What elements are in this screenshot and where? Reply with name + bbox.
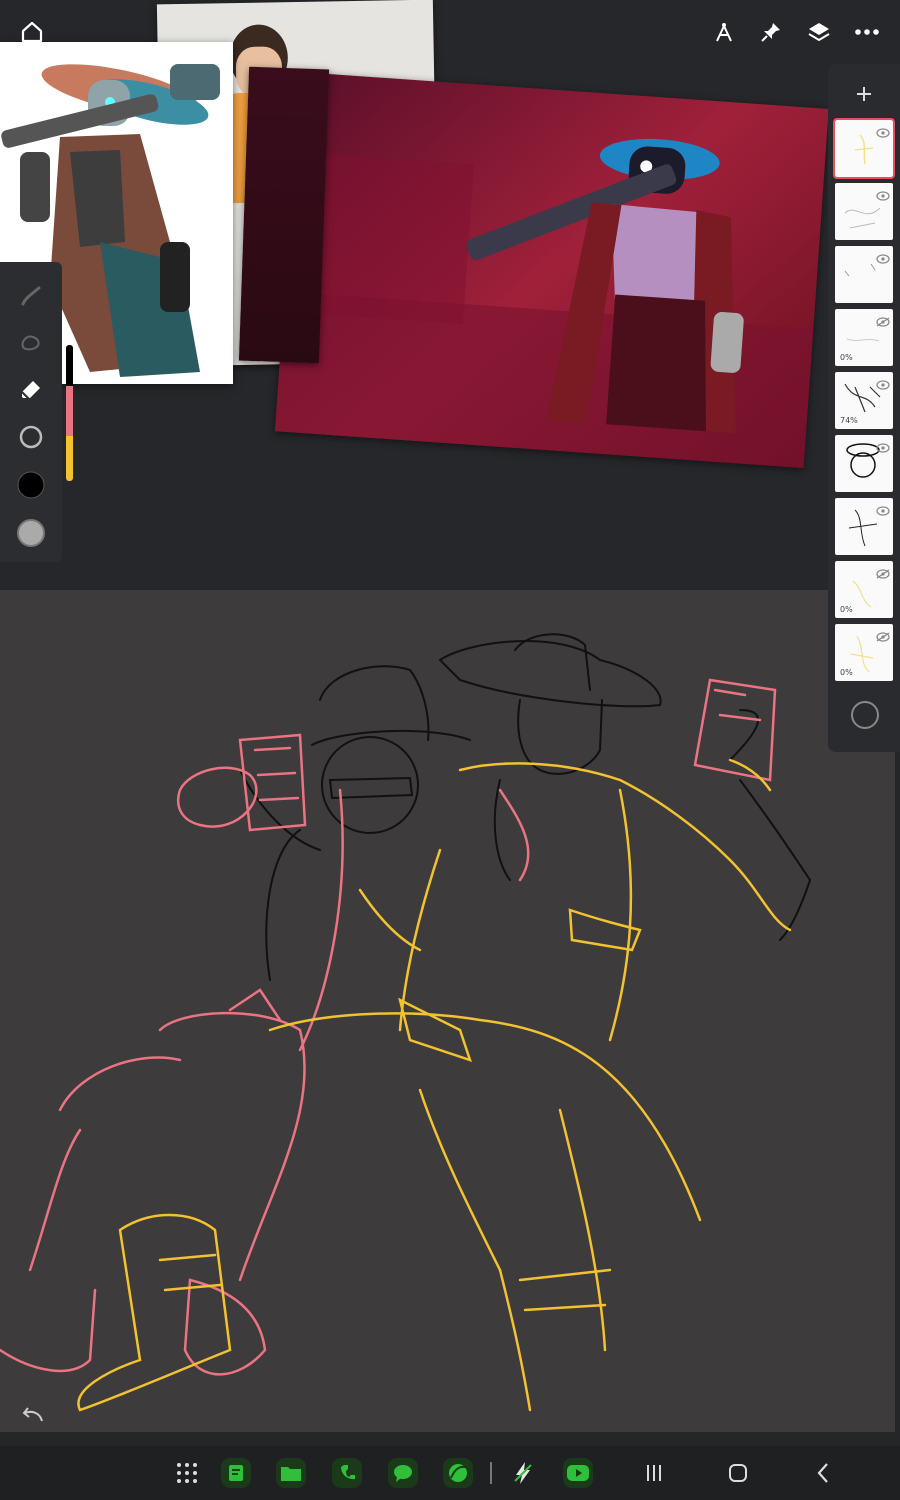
- files-app-icon[interactable]: [276, 1458, 306, 1488]
- eye-off-icon[interactable]: [876, 627, 890, 642]
- navbar-divider: [490, 1462, 492, 1484]
- compass-icon[interactable]: [706, 14, 742, 50]
- messages-app-icon[interactable]: [388, 1458, 418, 1488]
- tool-sidebar: [0, 262, 62, 562]
- more-icon[interactable]: [849, 14, 885, 50]
- eraser-icon[interactable]: [13, 372, 49, 408]
- recents-icon[interactable]: [640, 1461, 668, 1485]
- eye-off-icon[interactable]: [876, 312, 890, 327]
- youtube-app-icon[interactable]: [563, 1458, 593, 1488]
- layers-panel: 0% 74% 0% 0%: [828, 64, 900, 752]
- flash-app-icon[interactable]: [508, 1458, 538, 1488]
- color-black-icon[interactable]: [13, 467, 49, 503]
- eye-icon[interactable]: [876, 438, 890, 453]
- layer-opacity: 0%: [840, 605, 853, 614]
- layer-thumbnail[interactable]: 0%: [835, 624, 893, 681]
- color-history-strip[interactable]: [66, 345, 73, 481]
- phone-app-icon[interactable]: [332, 1458, 362, 1488]
- layer-thumbnail[interactable]: 74%: [835, 372, 893, 429]
- layer-opacity: 74%: [840, 416, 858, 425]
- eye-icon[interactable]: [876, 186, 890, 201]
- eye-icon[interactable]: [876, 375, 890, 390]
- undo-icon[interactable]: [18, 1400, 48, 1428]
- eye-icon[interactable]: [876, 249, 890, 264]
- notes-app-icon[interactable]: [221, 1458, 251, 1488]
- brush-icon[interactable]: [13, 278, 49, 314]
- eye-icon[interactable]: [876, 123, 890, 138]
- brush-size-icon[interactable]: [13, 419, 49, 455]
- layer-thumbnail[interactable]: [835, 498, 893, 555]
- pin-icon[interactable]: [753, 14, 789, 50]
- app-grid-icon[interactable]: [174, 1460, 200, 1486]
- layer-thumbnail[interactable]: 0%: [835, 561, 893, 618]
- reference-area: [0, 0, 900, 590]
- circle-icon[interactable]: [848, 698, 882, 732]
- back-icon[interactable]: [810, 1461, 838, 1485]
- plus-icon[interactable]: [850, 80, 878, 108]
- layers-icon[interactable]: [801, 14, 837, 50]
- drawing-canvas[interactable]: [0, 590, 895, 1432]
- layer-thumbnail[interactable]: [835, 246, 893, 303]
- layer-thumbnail[interactable]: [833, 118, 895, 179]
- browser-app-icon[interactable]: [443, 1458, 473, 1488]
- eye-icon[interactable]: [876, 501, 890, 516]
- layer-opacity: 0%: [840, 353, 853, 362]
- layer-thumbnail[interactable]: 0%: [835, 309, 893, 366]
- opacity-icon[interactable]: [13, 515, 49, 551]
- reference-dark-frame: [238, 66, 330, 364]
- system-navbar: [0, 1446, 900, 1500]
- home-button-icon[interactable]: [724, 1461, 752, 1485]
- layer-thumbnail[interactable]: [835, 435, 893, 492]
- layer-opacity: 0%: [840, 668, 853, 677]
- smudge-icon[interactable]: [13, 324, 49, 360]
- reference-screenshot[interactable]: [274, 72, 829, 469]
- layer-thumbnail[interactable]: [835, 183, 893, 240]
- eye-off-icon[interactable]: [876, 564, 890, 579]
- home-icon[interactable]: [14, 14, 50, 50]
